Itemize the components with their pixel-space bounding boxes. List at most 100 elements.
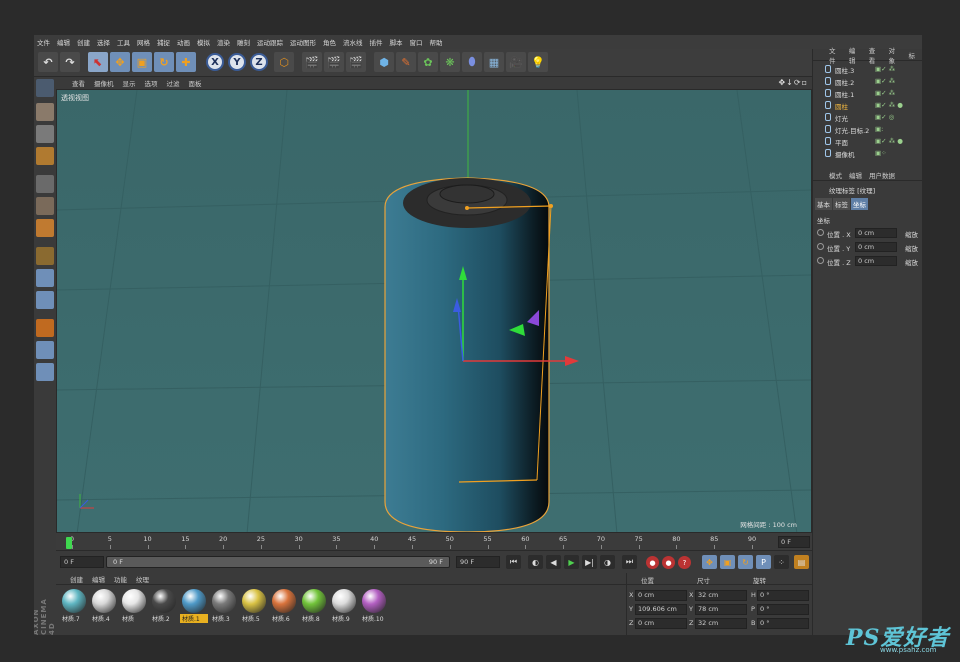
- object-tags[interactable]: ▣⁘: [875, 149, 887, 157]
- animate-radio[interactable]: [817, 229, 824, 236]
- key-pla-icon[interactable]: ⁘: [774, 555, 789, 569]
- object-menu-item[interactable]: 查看: [869, 45, 882, 65]
- material-menu-item[interactable]: 纹理: [136, 574, 149, 584]
- model-mode-icon[interactable]: [36, 103, 54, 121]
- next-key-icon[interactable]: ◑: [600, 555, 615, 569]
- object-menu-item[interactable]: 编辑: [849, 45, 862, 65]
- attribute-tab[interactable]: 标签: [833, 198, 850, 210]
- attribute-field[interactable]: 0 cm: [855, 242, 897, 252]
- timeline-ruler[interactable]: 0 5 10 15 20 25 30 35 40 45 50 55 60 65 70 75 80 85 90 0 F: [56, 533, 812, 551]
- object-tags[interactable]: ▣✓ ⁂ ●: [875, 137, 903, 145]
- move-tool-icon[interactable]: ✥: [110, 52, 130, 72]
- menu-item[interactable]: 雕刻: [237, 37, 250, 47]
- subdivision-icon[interactable]: ✿: [418, 52, 438, 72]
- goto-end-icon[interactable]: ⏭: [622, 555, 637, 569]
- menu-item[interactable]: 窗口: [410, 37, 423, 47]
- object-menu-item[interactable]: 对象: [889, 45, 902, 65]
- current-frame-field[interactable]: 0 F: [60, 556, 104, 568]
- viewport-menu-item[interactable]: 显示: [123, 78, 136, 88]
- timeline-end-field[interactable]: 0 F: [778, 536, 810, 548]
- undo-icon[interactable]: ↶: [38, 52, 58, 72]
- prev-key-icon[interactable]: ◐: [528, 555, 543, 569]
- menu-item[interactable]: 流水线: [343, 37, 363, 47]
- tweak-mode-icon[interactable]: [36, 269, 54, 287]
- floor-icon[interactable]: ▦: [484, 52, 504, 72]
- locked-workplane-icon[interactable]: [36, 341, 54, 359]
- material-menu-item[interactable]: 创建: [70, 574, 83, 584]
- edges-mode-icon[interactable]: [36, 197, 54, 215]
- perspective-viewport[interactable]: 透视视图 网格间距 : 100 cm: [56, 89, 812, 533]
- material-swatch[interactable]: 材质.8: [300, 589, 328, 625]
- material-swatch[interactable]: 材质.10: [360, 589, 388, 625]
- render-settings-icon[interactable]: 🎬: [346, 52, 366, 72]
- key-rotation-icon[interactable]: ↻: [738, 555, 753, 569]
- animate-radio[interactable]: [817, 257, 824, 264]
- scheme-icon[interactable]: ▤: [794, 555, 809, 569]
- menu-item[interactable]: 渲染: [217, 37, 230, 47]
- material-swatch[interactable]: 材质.4: [90, 589, 118, 625]
- camera-icon[interactable]: 🎥: [506, 52, 526, 72]
- viewport-nav-icons[interactable]: ✥↓⟳▫: [778, 78, 808, 87]
- polygons-mode-icon[interactable]: [36, 219, 54, 237]
- object-tags[interactable]: ▣✓ ⁂: [875, 65, 895, 73]
- scale-tool-icon[interactable]: ▣: [132, 52, 152, 72]
- frame-range-slider[interactable]: 0 F 90 F: [106, 556, 450, 568]
- object-tags[interactable]: ▣✓ ⁂: [875, 77, 895, 85]
- menu-item[interactable]: 模拟: [197, 37, 210, 47]
- material-swatch[interactable]: 材质.2: [150, 589, 178, 625]
- coord-field[interactable]: 78 cm: [695, 604, 747, 615]
- coord-field[interactable]: 0 °: [757, 618, 809, 629]
- render-picture-viewer-icon[interactable]: 🎬: [324, 52, 344, 72]
- menu-item[interactable]: 工具: [117, 37, 130, 47]
- play-icon[interactable]: ▶: [564, 555, 579, 569]
- material-swatch[interactable]: 材质.3: [210, 589, 238, 625]
- material-swatch[interactable]: 材质.6: [270, 589, 298, 625]
- max-frame-field[interactable]: 90 F: [456, 556, 500, 568]
- menu-item[interactable]: 动画: [177, 37, 190, 47]
- material-swatch[interactable]: 材质.7: [60, 589, 88, 625]
- keyframe-selection-icon[interactable]: ?: [678, 556, 691, 569]
- texture-mode-icon[interactable]: [36, 125, 54, 143]
- object-tags[interactable]: ▣✓ ◎: [875, 113, 894, 121]
- menu-item[interactable]: 选择: [97, 37, 110, 47]
- next-frame-icon[interactable]: ▶|: [582, 555, 597, 569]
- attribute-field[interactable]: 0 cm: [855, 228, 897, 238]
- coord-field[interactable]: 0 °: [757, 590, 809, 601]
- material-swatch[interactable]: 材质.9: [330, 589, 358, 625]
- coord-field[interactable]: 32 cm: [695, 590, 747, 601]
- object-tags[interactable]: ▣✓ ⁂: [875, 89, 895, 97]
- viewport-menu-item[interactable]: 选项: [145, 78, 158, 88]
- attribute-menu-item[interactable]: 用户数据: [869, 170, 895, 180]
- coord-field[interactable]: 0 cm: [635, 590, 687, 601]
- magnet-icon[interactable]: [36, 319, 54, 337]
- select-tool-icon[interactable]: ⬉: [88, 52, 108, 72]
- world-coord-icon[interactable]: ⬡: [274, 52, 294, 72]
- object-row[interactable]: 灯光.目标.2 ▣:: [813, 123, 922, 135]
- record-active-icon[interactable]: ●: [646, 556, 659, 569]
- menu-item[interactable]: 帮助: [430, 37, 443, 47]
- snap-icon[interactable]: [36, 291, 54, 309]
- workplane-icon[interactable]: [36, 363, 54, 381]
- object-tags[interactable]: ▣:: [875, 125, 883, 133]
- key-position-icon[interactable]: ✥: [702, 555, 717, 569]
- menu-item[interactable]: 创建: [77, 37, 90, 47]
- object-row[interactable]: 灯光 ▣✓ ◎: [813, 111, 922, 123]
- render-view-icon[interactable]: 🎬: [302, 52, 322, 72]
- menu-item[interactable]: 运动图形: [290, 37, 316, 47]
- axis-mode-icon[interactable]: [36, 247, 54, 265]
- goto-start-icon[interactable]: ⏮: [506, 555, 521, 569]
- material-swatch[interactable]: 材质.5: [240, 589, 268, 625]
- z-axis-lock-icon[interactable]: Z: [250, 53, 268, 71]
- redo-icon[interactable]: ↷: [60, 52, 80, 72]
- key-param-icon[interactable]: P: [756, 555, 771, 569]
- playhead[interactable]: [66, 537, 72, 549]
- viewport-menu-item[interactable]: 摄像机: [94, 78, 114, 88]
- object-row[interactable]: 圆柱.3 ▣✓ ⁂: [813, 63, 922, 75]
- object-row[interactable]: 圆柱 ▣✓ ⁂ ●: [813, 99, 922, 111]
- object-menu-item[interactable]: 标: [909, 50, 916, 60]
- viewport-menu-item[interactable]: 过滤: [167, 78, 180, 88]
- viewport-menu-item[interactable]: 查看: [72, 78, 85, 88]
- viewport-menu-item[interactable]: 面板: [189, 78, 202, 88]
- coord-field[interactable]: 0 °: [757, 604, 809, 615]
- deformer-icon[interactable]: ⬮: [462, 52, 482, 72]
